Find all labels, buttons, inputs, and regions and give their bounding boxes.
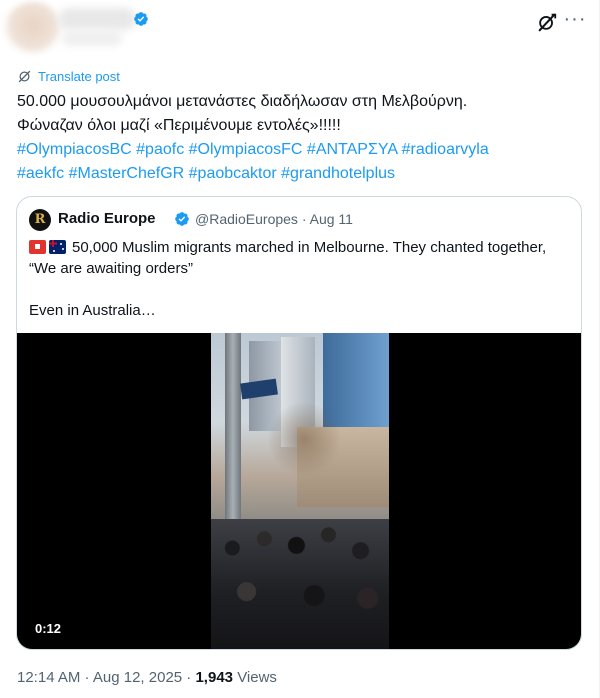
verified-badge-icon xyxy=(134,12,148,26)
video-frame xyxy=(211,333,389,649)
quoted-post-text: 50,000 Muslim migrants marched in Melbou… xyxy=(29,237,571,321)
quoted-text-line: “We are awaiting orders” xyxy=(29,260,193,277)
hashtag-line: #OlympiacosBC #paofc #OlympiacosFC #ΑΝΤΑ… xyxy=(17,138,583,162)
hashtag-link[interactable]: #aekfc xyxy=(17,165,64,182)
quoted-text-line: 50,000 Muslim migrants marched in Melbou… xyxy=(29,237,571,258)
post-text: 50.000 μουσουλμάνοι μετανάστες διαδήλωσα… xyxy=(17,90,583,186)
translate-label[interactable]: Translate post xyxy=(38,69,120,84)
quoted-text-part: 50,000 Muslim migrants marched in Melbou… xyxy=(72,239,547,256)
quoted-text-spacer xyxy=(29,279,571,300)
hashtag-link[interactable]: #ΑΝΤΑΡΣΥΑ xyxy=(307,141,397,158)
post-timestamp[interactable]: 12:14 AM · Aug 12, 2025 xyxy=(17,669,182,686)
siren-flag-icon xyxy=(29,240,46,254)
verified-badge-icon xyxy=(175,212,189,226)
hashtag-link[interactable]: #paobcaktor xyxy=(189,165,277,182)
more-icon[interactable]: ··· xyxy=(562,9,588,31)
australia-flag-icon xyxy=(49,240,66,254)
views-label: Views xyxy=(237,669,277,686)
quoted-author-name[interactable]: Radio Europe xyxy=(58,210,156,227)
grok-icon[interactable] xyxy=(536,11,558,33)
views-count: 1,943 xyxy=(195,669,234,686)
post-author-row: ··· xyxy=(0,0,600,60)
hashtag-link[interactable]: #grandhotelplus xyxy=(281,165,395,182)
post: ··· Translate post 50.000 μουσουλμάνοι μ… xyxy=(0,0,600,698)
post-text-line: Φώναζαν όλοι μαζί «Περιμένουμε εντολές»!… xyxy=(17,117,341,134)
video-duration: 0:12 xyxy=(29,619,68,639)
hashtag-link[interactable]: #radioarvyla xyxy=(402,141,489,158)
quoted-text-line: Even in Australia… xyxy=(29,302,156,319)
flags xyxy=(29,240,66,254)
translate-icon xyxy=(18,70,31,82)
hashtag-link[interactable]: #MasterChefGR xyxy=(69,165,185,182)
hashtag-link[interactable]: #paofc xyxy=(136,141,184,158)
meta-separator: · xyxy=(182,669,196,686)
video-player[interactable]: 0:12 xyxy=(17,333,581,649)
translate-post-link[interactable]: Translate post xyxy=(17,67,120,85)
quoted-author-avatar[interactable]: R xyxy=(29,209,51,231)
author-avatar-blurred[interactable] xyxy=(4,2,62,54)
hashtag-link[interactable]: #OlympiacosBC xyxy=(17,141,132,158)
author-handle-blurred[interactable] xyxy=(62,30,122,46)
hashtag-link[interactable]: #OlympiacosFC xyxy=(189,141,303,158)
quoted-author-handle-date[interactable]: @RadioEuropes · Aug 11 xyxy=(195,211,353,227)
hashtag-line: #aekfc #MasterChefGR #paobcaktor #grandh… xyxy=(17,162,583,186)
post-meta: 12:14 AM · Aug 12, 2025 · 1,943 Views xyxy=(17,669,277,686)
author-name-blurred[interactable] xyxy=(58,8,136,30)
post-text-line: 50.000 μουσουλμάνοι μετανάστες διαδήλωσα… xyxy=(17,93,468,110)
quoted-post-card[interactable]: R Radio Europe @RadioEuropes · Aug 11 50… xyxy=(16,196,582,650)
